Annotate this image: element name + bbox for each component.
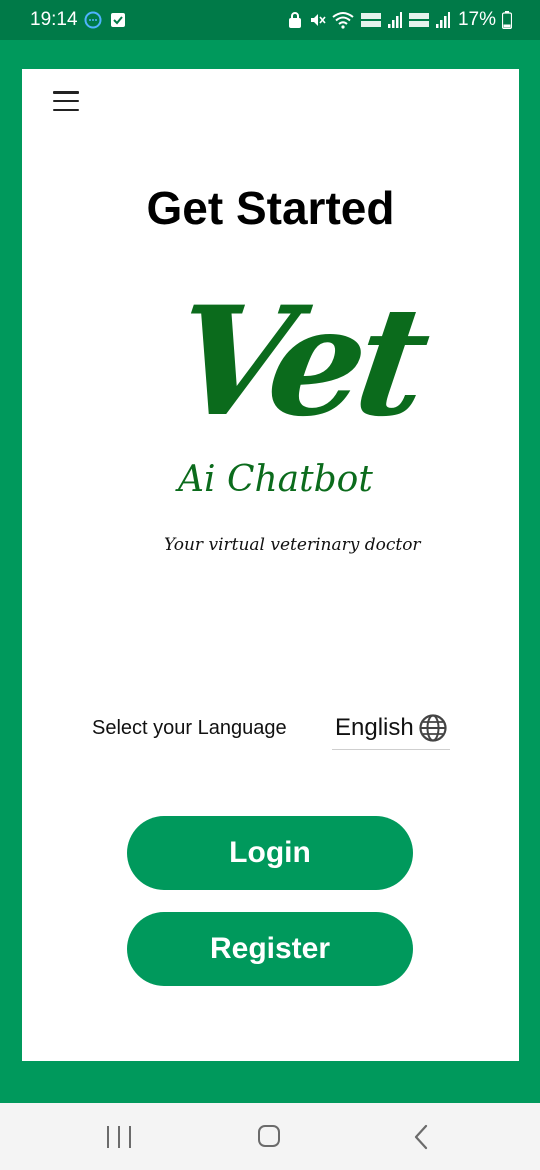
status-time: 19:14 — [30, 9, 78, 30]
checkbox-icon — [111, 13, 125, 27]
globe-icon — [419, 714, 447, 742]
language-selector-row: Select your Language English — [92, 709, 472, 753]
back-icon[interactable] — [410, 1123, 432, 1151]
battery-icon — [502, 11, 512, 29]
lock-icon — [288, 12, 301, 28]
language-value: English — [335, 714, 414, 741]
recent-apps-icon[interactable] — [107, 1126, 131, 1148]
chat-bubble-icon — [84, 11, 102, 29]
logo-tagline: Your virtual veterinary doctor — [164, 535, 421, 555]
status-right-icons: 17% — [288, 9, 512, 31]
logo-subtitle: Ai Chatbot — [178, 459, 373, 500]
battery-percent: 17% — [457, 9, 496, 30]
wifi-icon — [332, 12, 354, 29]
signal-icon — [435, 12, 450, 28]
system-nav-bar — [0, 1103, 540, 1170]
page-title: Get Started — [146, 182, 395, 234]
volte-lte1-icon — [360, 13, 381, 27]
register-button[interactable]: Register — [127, 912, 413, 986]
home-icon[interactable] — [258, 1125, 280, 1147]
language-dropdown[interactable]: English — [332, 709, 450, 750]
main-card: Get Started Vet Ai Chatbot Your virtual … — [22, 69, 519, 1061]
volte-lte2-icon — [408, 13, 429, 27]
mute-icon — [310, 14, 326, 26]
signal-icon — [387, 12, 402, 28]
hamburger-menu-icon[interactable] — [53, 91, 79, 111]
status-left-icons — [84, 11, 126, 29]
login-button[interactable]: Login — [127, 816, 413, 890]
language-label: Select your Language — [92, 717, 287, 739]
vet-logo: Vet Ai Chatbot Your virtual veterinary d… — [142, 267, 432, 577]
logo-word: Vet — [163, 274, 432, 450]
status-bar: 19:14 17% — [0, 0, 540, 40]
